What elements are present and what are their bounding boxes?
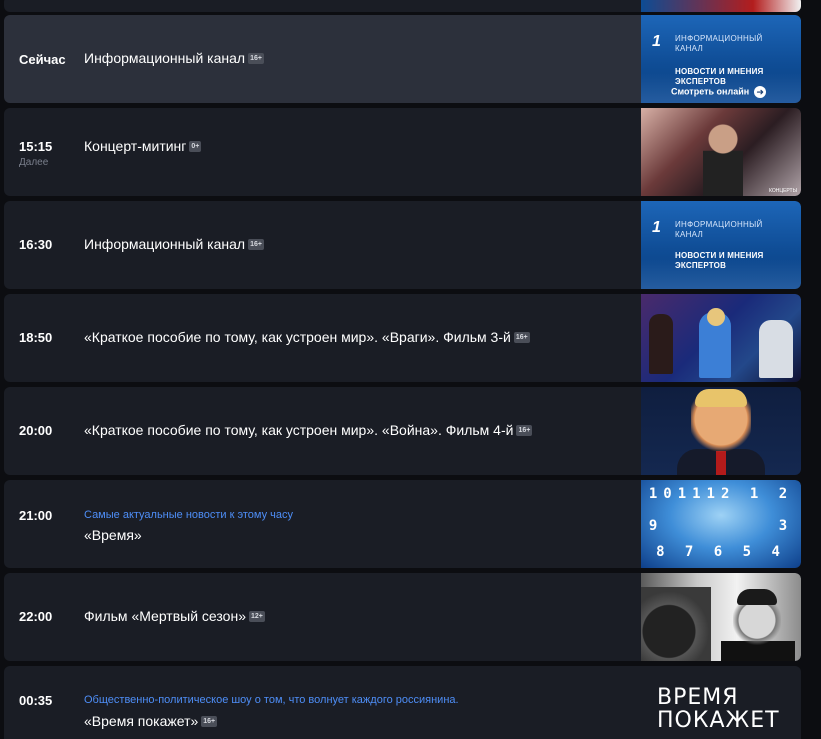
channel-tagline: НОВОСТИ И МНЕНИЯ ЭКСПЕРТОВ [675,67,763,87]
program-next-label: Далее [19,157,49,168]
program-thumbnail[interactable]: 101112 1 2 9 3 8 7 6 5 4 [641,480,801,568]
program-thumbnail[interactable] [641,573,801,661]
tagline-line-2: ЭКСПЕРТОВ [675,261,727,270]
previous-program-thumbnail[interactable] [641,0,801,12]
clock-digits-top: 101112 1 2 [648,486,794,502]
program-time: 00:35 [19,693,53,708]
program-title[interactable]: «Краткое пособие по тому, как устроен ми… [84,422,513,438]
channel-name: ИНФОРМАЦИОННЫЙ КАНАЛ [675,34,763,54]
program-time: 18:50 [19,330,53,345]
program-thumbnail[interactable]: 1 ИНФОРМАЦИОННЫЙ КАНАЛ НОВОСТИ И МНЕНИЯ ЭК… [641,201,801,289]
arrow-right-icon: ➜ [754,86,767,98]
program-title[interactable]: «Время покажет» [84,713,198,729]
tv-schedule: Сейчас Информационный канал 16+ 1 ИНФОРМА… [0,0,821,739]
program-title[interactable]: Информационный канал [84,236,245,252]
program-row[interactable]: 00:35 Общественно-политическое шоу о том… [4,666,801,739]
program-time: 21:00 [19,508,53,523]
channel-one-logo-icon: 1 [652,219,661,236]
age-rating-badge: 12+ [248,610,265,622]
program-title[interactable]: Информационный канал [84,50,245,66]
age-rating-badge: 16+ [248,238,264,250]
channel-name-line-1: ИНФОРМАЦИОННЫЙ [675,220,763,229]
program-row[interactable]: 22:00 Фильм «Мертвый сезон» 12+ [4,573,801,661]
program-thumbnail[interactable] [641,294,801,382]
age-rating-badge: 0+ [189,140,202,152]
program-row[interactable]: 16:30 Информационный канал 16+ 1 ИНФОРМАЦ… [4,201,801,289]
program-title[interactable]: «Краткое пособие по тому, как устроен ми… [84,329,511,345]
program-title-line: Концерт-митинг 0+ [84,138,202,154]
program-time: 22:00 [19,609,53,624]
singer-figure [703,120,743,196]
channel-one-logo-icon: 1 [652,33,661,50]
age-rating-badge: 16+ [201,715,218,727]
watch-online-label: Смотреть онлайн [671,86,750,97]
age-rating-badge: 16+ [248,52,264,64]
channel-name-line-2: КАНАЛ [675,230,704,239]
age-rating-badge: 16+ [516,424,533,436]
watch-online-button[interactable]: Смотреть онлайн ➜ [671,86,767,98]
program-title[interactable]: Фильм «Мертвый сезон» [84,608,246,624]
program-title-line: «Время покажет» 16+ [84,713,218,729]
program-thumbnail[interactable] [641,387,801,475]
age-rating-badge: 16+ [513,331,530,343]
show-logo-text: ВРЕМЯ ПОКАЖЕТ [657,686,780,732]
program-title[interactable]: «Время» [84,527,142,543]
tagline-line-2: ЭКСПЕРТОВ [675,77,727,86]
thumbnail-label: КОНЦЕРТЫ [769,188,797,194]
show-logo-line-2: ПОКАЖЕТ [657,708,780,733]
hair-shape [737,589,777,605]
tagline-line-1: НОВОСТИ И МНЕНИЯ [675,251,764,260]
program-time: 15:15 [19,139,53,154]
program-thumbnail[interactable]: 1 ИНФОРМАЦИОННЫЙ КАНАЛ НОВОСТИ И МНЕНИЯ ЭК… [641,15,801,103]
channel-name-line-2: КАНАЛ [675,44,704,53]
program-title-line: Фильм «Мертвый сезон» 12+ [84,608,265,624]
show-logo-line-1: ВРЕМЯ [657,685,739,710]
previous-program-row[interactable] [4,0,801,12]
program-row[interactable]: 21:00 Самые актуальные новости к этому ч… [4,480,801,568]
program-description: Самые актуальные новости к этому часу [84,509,293,521]
program-row[interactable]: 18:50 «Краткое пособие по тому, как устр… [4,294,801,382]
program-title-line: Информационный канал 16+ [84,50,264,66]
woman-head [707,308,725,326]
dancer-figure [649,314,673,374]
program-time: 20:00 [19,423,53,438]
car-shape [641,587,711,661]
program-title[interactable]: Концерт-митинг [84,138,186,154]
tagline-line-1: НОВОСТИ И МНЕНИЯ [675,67,764,76]
program-time: Сейчас [19,52,66,67]
program-title-line: Информационный канал 16+ [84,236,264,252]
channel-name: ИНФОРМАЦИОННЫЙ КАНАЛ [675,220,763,240]
program-row[interactable]: 15:15 Далее Концерт-митинг 0+ КОНЦЕРТЫ [4,108,801,196]
channel-name-line-1: ИНФОРМАЦИОННЫЙ [675,34,763,43]
clock-digits-bottom: 8 7 6 5 4 [656,544,786,560]
program-row[interactable]: 20:00 «Краткое пособие по тому, как устр… [4,387,801,475]
program-title-line: «Краткое пособие по тому, как устроен ми… [84,422,533,438]
man-figure [759,320,793,378]
program-description: Общественно-политическое шоу о том, что … [84,694,459,706]
program-thumbnail[interactable]: КОНЦЕРТЫ [641,108,801,196]
program-time: 16:30 [19,237,53,252]
program-row-current[interactable]: Сейчас Информационный канал 16+ 1 ИНФОРМА… [4,15,801,103]
clock-digits-middle: 9 3 [648,518,794,534]
channel-tagline: НОВОСТИ И МНЕНИЯ ЭКСПЕРТОВ [675,251,763,271]
program-title-line: «Краткое пособие по тому, как устроен ми… [84,329,530,345]
program-thumbnail[interactable]: ВРЕМЯ ПОКАЖЕТ [641,666,801,739]
hair-shape [695,389,747,407]
